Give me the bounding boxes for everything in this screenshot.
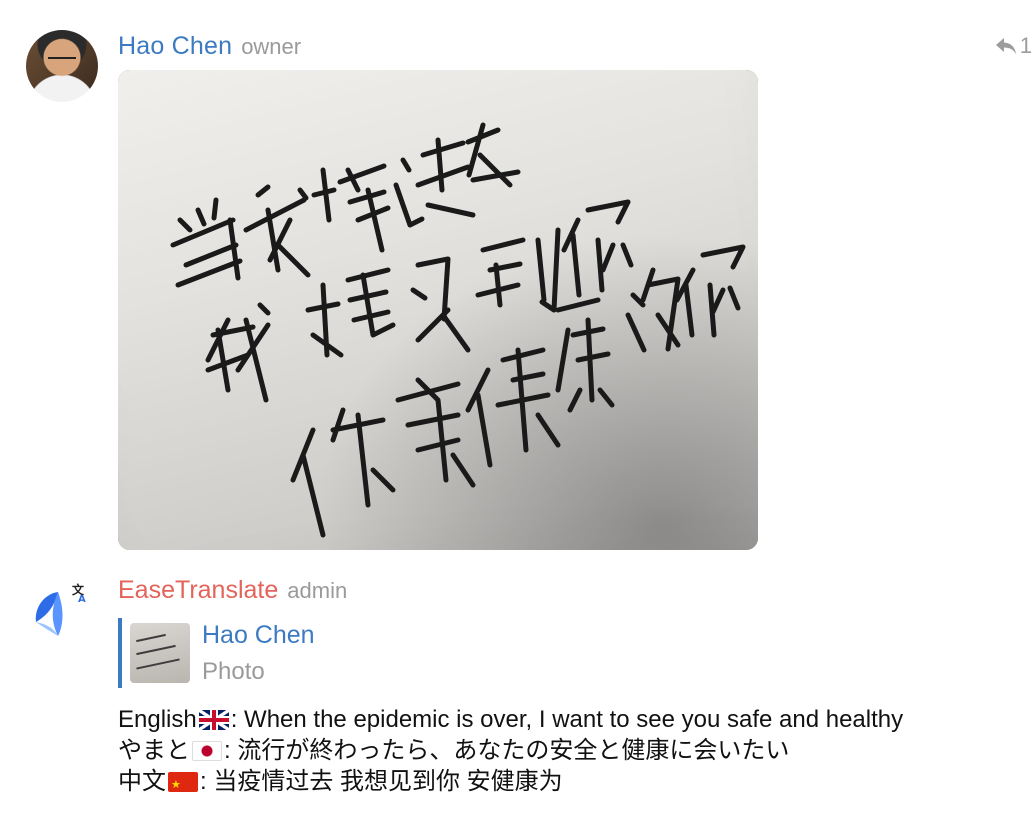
photo-attachment[interactable]	[118, 70, 758, 550]
language-label: English	[118, 706, 197, 733]
translation-value: : 流行が終わったら、あなたの安全と健康に会いたい	[224, 737, 790, 764]
sender-role-badge: admin	[287, 578, 348, 603]
translation-value: : When the epidemic is over, I want to s…	[230, 706, 904, 733]
translation-line-chinese: 中文 : 当疫情过去 我想见到你 安健康为	[118, 766, 903, 797]
uk-flag-icon	[198, 709, 229, 730]
message-header: EaseTranslate admin	[118, 576, 347, 605]
translation-text: English : When the epidemic is over, I w…	[118, 704, 903, 797]
reply-quote[interactable]: Hao Chen Photo	[118, 618, 315, 688]
reply-icon	[994, 35, 1018, 57]
quoted-sender-name: Hao Chen	[202, 620, 315, 649]
translation-value: : 当疫情过去 我想见到你 安健康为	[200, 768, 563, 795]
avatar[interactable]	[26, 30, 98, 102]
cn-flag-icon	[168, 771, 198, 792]
language-label: 中文	[118, 768, 166, 795]
easetranslate-logo-icon[interactable]: 文 A	[28, 580, 92, 644]
reply-button[interactable]: 1	[994, 33, 1032, 59]
language-label: やまと	[118, 737, 190, 764]
glasses-decoration	[48, 57, 76, 65]
sender-role-badge: owner	[241, 34, 302, 59]
reply-count: 1	[1019, 33, 1032, 58]
quoted-photo-thumbnail	[130, 623, 190, 683]
sender-name[interactable]: EaseTranslate	[118, 576, 278, 605]
translation-line-english: English : When the epidemic is over, I w…	[118, 704, 903, 735]
handwriting-image	[170, 122, 746, 538]
quoted-message-type: Photo	[202, 657, 265, 685]
sender-name[interactable]: Hao Chen	[118, 32, 232, 61]
svg-text:A: A	[78, 594, 86, 605]
jp-flag-icon	[192, 740, 222, 761]
message-header: Hao Chen owner	[118, 32, 301, 62]
translation-line-japanese: やまと : 流行が終わったら、あなたの安全と健康に会いたい	[118, 735, 903, 766]
